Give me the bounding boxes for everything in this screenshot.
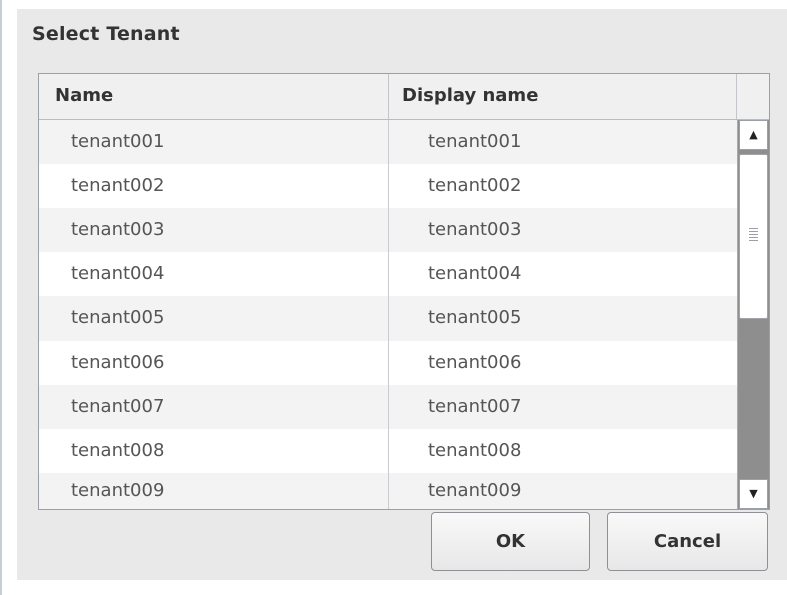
scroll-thumb[interactable] bbox=[739, 154, 768, 319]
table-row[interactable]: tenant001 tenant001 bbox=[39, 120, 737, 164]
table-row[interactable]: tenant002 tenant002 bbox=[39, 164, 737, 208]
background-window-edge bbox=[0, 0, 9, 595]
cell-display-name: tenant008 bbox=[428, 440, 522, 461]
header-corner bbox=[737, 74, 769, 119]
cell-display-name: tenant005 bbox=[428, 307, 522, 328]
cell-name: tenant006 bbox=[39, 341, 389, 385]
table-header: Name Display name bbox=[39, 74, 769, 120]
scroll-grip-icon bbox=[749, 228, 758, 242]
cell-name: tenant002 bbox=[39, 164, 389, 208]
cell-name: tenant003 bbox=[39, 208, 389, 252]
vertical-scrollbar[interactable]: ▲ ▼ bbox=[737, 120, 769, 509]
select-tenant-dialog: Select Tenant Name Display name tenant00… bbox=[17, 9, 787, 580]
dialog-bottom-strip bbox=[17, 580, 787, 595]
table-row[interactable]: tenant004 tenant004 bbox=[39, 252, 737, 296]
table-row[interactable]: tenant009 tenant009 bbox=[39, 473, 737, 509]
cell-name: tenant001 bbox=[39, 120, 389, 164]
ok-button[interactable]: OK bbox=[431, 512, 590, 571]
cell-display-name: tenant003 bbox=[428, 219, 522, 240]
column-header-name[interactable]: Name bbox=[39, 74, 389, 119]
cell-display-name: tenant002 bbox=[428, 175, 522, 196]
cell-name: tenant004 bbox=[39, 252, 389, 296]
cell-name: tenant008 bbox=[39, 429, 389, 473]
scroll-up-arrow-icon[interactable]: ▲ bbox=[739, 120, 768, 150]
scroll-down-arrow-icon[interactable]: ▼ bbox=[739, 479, 768, 509]
table-body: tenant001 tenant001 tenant002 tenant002 … bbox=[39, 120, 737, 509]
cell-display-name: tenant009 bbox=[428, 480, 522, 501]
table-row[interactable]: tenant007 tenant007 bbox=[39, 385, 737, 429]
dialog-title: Select Tenant bbox=[32, 23, 180, 45]
cell-display-name: tenant006 bbox=[428, 352, 522, 373]
tenant-table: Name Display name tenant001 tenant001 te… bbox=[38, 73, 770, 510]
table-row[interactable]: tenant008 tenant008 bbox=[39, 429, 737, 473]
cancel-button[interactable]: Cancel bbox=[607, 512, 768, 571]
table-row[interactable]: tenant006 tenant006 bbox=[39, 341, 737, 385]
cell-name: tenant005 bbox=[39, 296, 389, 341]
cell-display-name: tenant004 bbox=[428, 263, 522, 284]
cell-display-name: tenant007 bbox=[428, 396, 522, 417]
table-row[interactable]: tenant003 tenant003 bbox=[39, 208, 737, 252]
cell-name: tenant009 bbox=[39, 473, 389, 509]
column-header-display-name[interactable]: Display name bbox=[389, 74, 737, 119]
cell-name: tenant007 bbox=[39, 385, 389, 429]
table-row[interactable]: tenant005 tenant005 bbox=[39, 296, 737, 341]
cell-display-name: tenant001 bbox=[428, 131, 522, 152]
